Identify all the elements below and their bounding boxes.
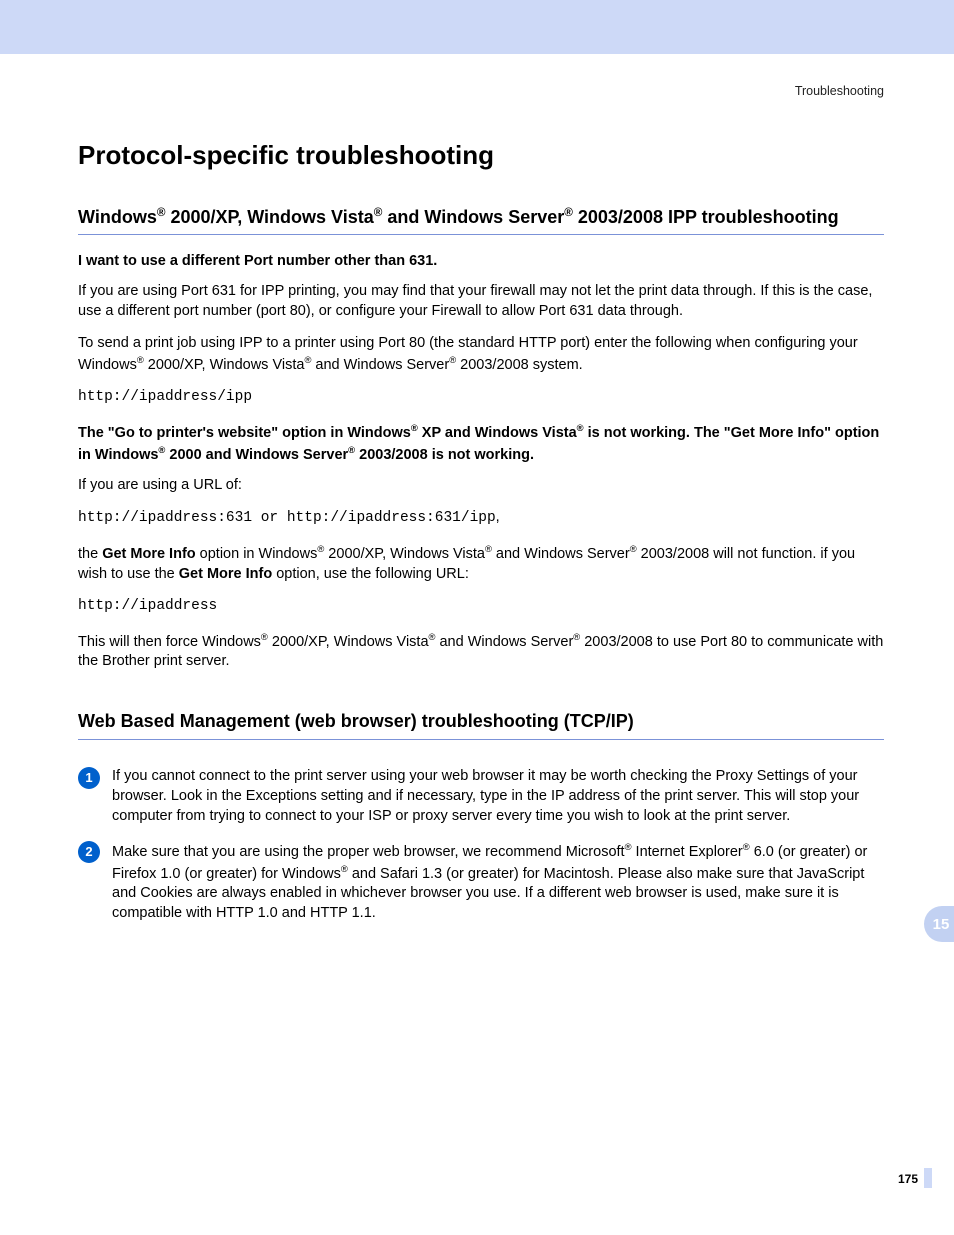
number-circle-icon: 1 (78, 767, 100, 789)
page-number: 175 (898, 1172, 918, 1186)
code3: http://ipaddress (78, 596, 884, 616)
page-title: Protocol-specific troubleshooting (78, 140, 884, 171)
section2-heading: Web Based Management (web browser) troub… (78, 709, 884, 739)
item2-text: Make sure that you are using the proper … (112, 840, 884, 924)
page-number-bar (924, 1168, 932, 1188)
p4: the Get More Info option in Windows® 200… (78, 542, 884, 584)
sub1: I want to use a different Port number ot… (78, 251, 884, 271)
top-bar (0, 0, 954, 54)
p5: This will then force Windows® 2000/XP, W… (78, 630, 884, 672)
number-circle-icon: 2 (78, 841, 100, 863)
p3: If you are using a URL of: (78, 475, 884, 495)
item1-text: If you cannot connect to the print serve… (112, 766, 884, 826)
code2: http://ipaddress:631 or http://ipaddress… (78, 507, 884, 528)
list-item-1: 1 If you cannot connect to the print ser… (78, 766, 884, 826)
chapter-tab: 15 (924, 906, 954, 942)
p2: To send a print job using IPP to a print… (78, 333, 884, 375)
list-item-2: 2 Make sure that you are using the prope… (78, 840, 884, 924)
p1: If you are using Port 631 for IPP printi… (78, 281, 884, 321)
page-body: Troubleshooting Protocol-specific troubl… (0, 54, 954, 923)
code1: http://ipaddress/ipp (78, 387, 884, 407)
sub2: The "Go to printer's website" option in … (78, 421, 884, 465)
section1-heading: Windows® 2000/XP, Windows Vista® and Win… (78, 205, 884, 235)
breadcrumb: Troubleshooting (78, 84, 884, 98)
